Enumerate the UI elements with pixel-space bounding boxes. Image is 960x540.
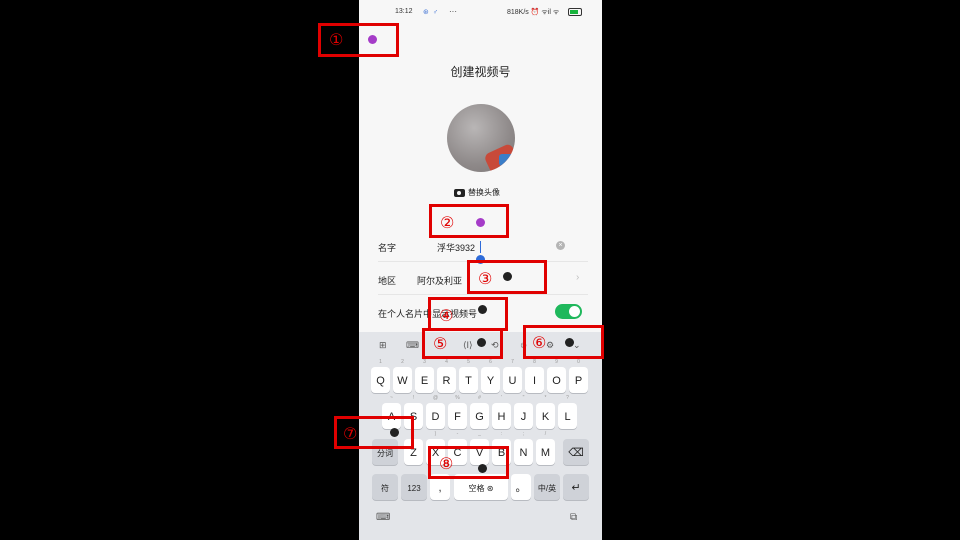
- annotation-box-1: ①: [318, 23, 399, 57]
- avatar[interactable]: [447, 104, 515, 172]
- annotation-dot-3: [503, 272, 512, 281]
- clear-icon[interactable]: ×: [556, 241, 565, 250]
- key-q[interactable]: 1Q: [371, 359, 390, 393]
- text-cursor: [480, 241, 481, 253]
- key-h[interactable]: ' H: [492, 395, 511, 429]
- battery-icon: [568, 8, 582, 16]
- replace-avatar-button[interactable]: 替换头像: [454, 186, 508, 199]
- keyboard-bottom-bar: ⌨ ⧉: [359, 512, 602, 532]
- region-label: 地区: [378, 276, 397, 286]
- backspace-icon[interactable]: ⌫: [563, 439, 589, 465]
- keyboard-icon[interactable]: ⌨: [406, 340, 419, 351]
- key-n[interactable]: ; N: [514, 431, 533, 465]
- key-w[interactable]: 2W: [393, 359, 412, 393]
- annotation-dot-5: [477, 338, 486, 347]
- symbol-key[interactable]: 符: [372, 474, 398, 500]
- key-u[interactable]: 7U: [503, 359, 522, 393]
- clipboard-icon[interactable]: ⧉: [570, 512, 577, 523]
- network-status: 818K/s ⏰ ᯤil ᯤ: [507, 9, 560, 16]
- language-switch-key[interactable]: 中/英: [534, 474, 560, 500]
- replace-avatar-label: 替换头像: [468, 188, 500, 197]
- key-y[interactable]: 6Y: [481, 359, 500, 393]
- key-o[interactable]: 9O: [547, 359, 566, 393]
- annotation-box-7: ⑦: [334, 416, 414, 449]
- key-k[interactable]: * K: [536, 395, 555, 429]
- name-label: 名字: [378, 243, 397, 253]
- key-j[interactable]: " J: [514, 395, 533, 429]
- chevron-right-icon: ›: [576, 272, 580, 283]
- key-e[interactable]: 3E: [415, 359, 434, 393]
- key-i[interactable]: 8I: [525, 359, 544, 393]
- enter-icon[interactable]: ↵: [563, 474, 589, 500]
- status-time: 13:12: [395, 8, 413, 15]
- annotation-dot-7: [390, 428, 399, 437]
- grid-icon[interactable]: ⊞: [379, 340, 387, 351]
- key-d[interactable]: @ D: [426, 395, 445, 429]
- region-value: 阿尔及利亚: [417, 276, 463, 286]
- annotation-box-4: ④: [428, 297, 508, 331]
- more-notifications-icon: ···: [449, 7, 457, 16]
- notification-icons: ⊛ ♂: [423, 9, 440, 16]
- key-f[interactable]: % F: [448, 395, 467, 429]
- annotation-box-6: ⑥: [523, 325, 604, 359]
- annotation-dot-1: [368, 35, 377, 44]
- annotation-dot-2: [476, 218, 485, 227]
- annotation-box-2: ②: [429, 204, 509, 238]
- period-key[interactable]: 。: [511, 474, 531, 500]
- annotation-box-3: ③: [467, 260, 547, 294]
- key-m[interactable]: / M: [536, 431, 555, 465]
- key-t[interactable]: 5T: [459, 359, 478, 393]
- show-on-card-toggle[interactable]: [555, 304, 582, 319]
- annotation-dot-8: [478, 464, 487, 473]
- key-r[interactable]: 4R: [437, 359, 456, 393]
- key-p[interactable]: 0P: [569, 359, 588, 393]
- status-bar: 13:12 ⊛ ♂ ··· 818K/s ⏰ ᯤil ᯤ: [359, 7, 602, 24]
- key-g[interactable]: # G: [470, 395, 489, 429]
- keyboard-switch-icon[interactable]: ⌨: [376, 512, 390, 523]
- annotation-box-5: ⑤: [422, 328, 503, 359]
- key-l[interactable]: ? L: [558, 395, 577, 429]
- camera-icon: [454, 188, 465, 197]
- annotation-box-8: ⑧: [428, 446, 509, 479]
- annotation-dot-4: [478, 305, 487, 314]
- page-title: 创建视频号: [450, 65, 511, 79]
- number-key[interactable]: 123: [401, 474, 427, 500]
- name-input[interactable]: 浮华3932: [437, 241, 475, 254]
- annotation-dot-6: [565, 338, 574, 347]
